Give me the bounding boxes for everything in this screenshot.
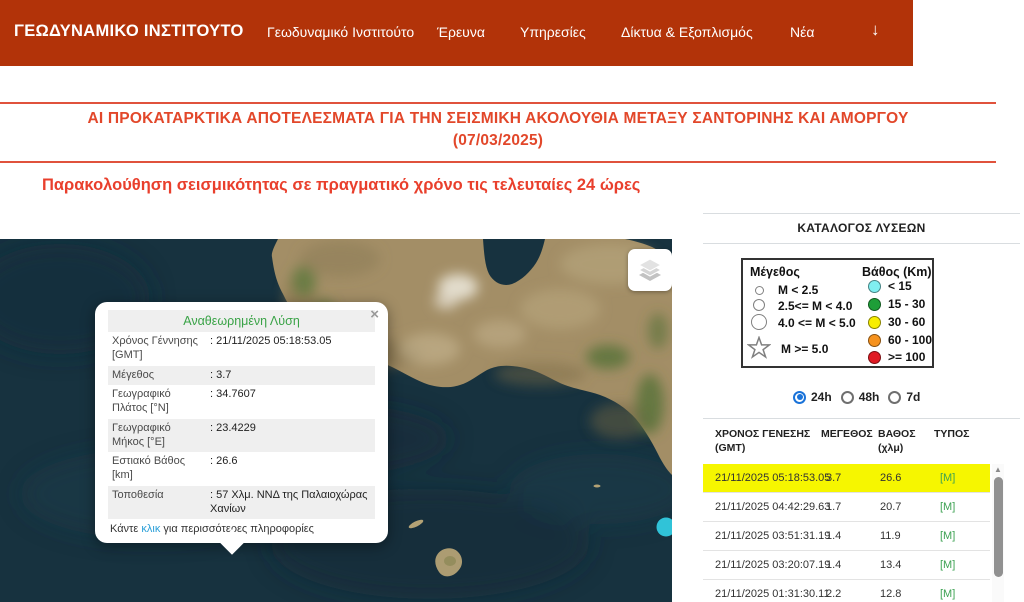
event-popup: × Αναθεωρημένη Λύση Χρόνος Γέννησης [GMT… bbox=[95, 302, 388, 543]
legend-label-d2: 15 - 30 bbox=[888, 297, 925, 311]
table-row[interactable]: 21/11/2025 03:20:07.19 1.4 13.4 [M] bbox=[703, 551, 990, 580]
radio-48h-label[interactable]: 48h bbox=[859, 390, 880, 404]
nav-item-networks[interactable]: Δίκτυα & Εξοπλισμός bbox=[621, 24, 753, 40]
legend-label-m4: M >= 5.0 bbox=[781, 342, 828, 356]
page-title-line1: ΑΙ ΠΡΟΚΑΤΑΡΚΤΙΚΑ ΑΠΟΤΕΛΕΣΜΑΤΑ ΓΙΑ ΤΗΝ ΣΕ… bbox=[0, 108, 996, 130]
cell-depth: 26.6 bbox=[878, 472, 930, 484]
popup-footer: Κάντε κλικ για περισσότερες πληροφορίες bbox=[108, 519, 375, 537]
download-arrow-icon[interactable]: ↓ bbox=[871, 20, 880, 40]
nav-item-institute[interactable]: Γεωδυναμικό Ινστιτούτο bbox=[267, 24, 414, 40]
cell-magnitude: 3.7 bbox=[818, 472, 878, 484]
cell-type: [M] bbox=[930, 559, 990, 571]
popup-row-location: Τοποθεσία : 57 Χλμ. ΝΝΔ της Παλαιοχώρας … bbox=[108, 486, 375, 520]
popup-row-longitude: Γεωγραφικό Μήκος [°E] : 23.4229 bbox=[108, 419, 375, 453]
legend-label-m1: M < 2.5 bbox=[778, 283, 818, 297]
radio-7d-label[interactable]: 7d bbox=[906, 390, 920, 404]
cell-magnitude: 1.7 bbox=[818, 501, 878, 513]
popup-row-magnitude: Μέγεθος : 3.7 bbox=[108, 366, 375, 386]
sidebar-divider-3 bbox=[703, 418, 1020, 419]
nav-item-research[interactable]: Έρευνα bbox=[437, 24, 485, 40]
cell-time: 21/11/2025 05:18:53.05 bbox=[703, 472, 818, 484]
layers-icon bbox=[636, 257, 664, 283]
cell-time: 21/11/2025 04:42:29.63 bbox=[703, 501, 818, 513]
page-title: ΑΙ ΠΡΟΚΑΤΑΡΚΤΙΚΑ ΑΠΟΤΕΛΕΣΜΑΤΑ ΓΙΑ ΤΗΝ ΣΕ… bbox=[0, 108, 996, 153]
depth-dot-cyan bbox=[868, 280, 881, 293]
cell-depth: 12.8 bbox=[878, 588, 930, 600]
radio-7d[interactable] bbox=[888, 391, 901, 404]
depth-dot-yellow bbox=[868, 316, 881, 329]
nav-item-news[interactable]: Νέα bbox=[790, 24, 814, 40]
cell-type: [M] bbox=[930, 588, 990, 600]
col-header-magnitude: ΜΕΓΕΘΟΣ bbox=[818, 428, 878, 455]
cell-magnitude: 1.4 bbox=[818, 559, 878, 571]
col-header-depth: ΒΑΘΟΣ (χλμ) bbox=[878, 428, 930, 455]
divider-bottom bbox=[0, 161, 996, 163]
legend-label-d5: >= 100 bbox=[888, 350, 925, 364]
map-container[interactable]: × Αναθεωρημένη Λύση Χρόνος Γέννησης [GMT… bbox=[0, 239, 672, 602]
table-row[interactable]: 21/11/2025 01:31:30.11 2.2 12.8 [M] bbox=[703, 580, 990, 602]
popup-row-origin-time: Χρόνος Γέννησης [GMT] : 21/11/2025 05:18… bbox=[108, 332, 375, 366]
table-row[interactable]: 21/11/2025 05:18:53.05 3.7 26.6 [M] bbox=[703, 464, 990, 493]
sidebar-divider-1 bbox=[703, 213, 1020, 214]
cell-time: 21/11/2025 01:31:30.11 bbox=[703, 588, 818, 600]
navbar: ΓΕΩΔΥΝΑΜΙΚΟ ΙΝΣΤΙΤΟΥΤΟ Γεωδυναμικό Ινστι… bbox=[0, 0, 913, 66]
legend-magnitude-title: Μέγεθος bbox=[750, 265, 800, 279]
radio-24h-label[interactable]: 24h bbox=[811, 390, 832, 404]
cell-depth: 13.4 bbox=[878, 559, 930, 571]
legend-label-d3: 30 - 60 bbox=[888, 315, 925, 329]
cell-depth: 20.7 bbox=[878, 501, 930, 513]
divider-top bbox=[0, 102, 996, 104]
more-info-link[interactable]: κλικ bbox=[141, 523, 160, 535]
nav-item-services[interactable]: Υπηρεσίες bbox=[520, 24, 586, 40]
events-table-header: ΧΡΟΝΟΣ ΓΕΝΕΣΗΣ (GMT) ΜΕΓΕΘΟΣ ΒΑΘΟΣ (χλμ)… bbox=[703, 428, 990, 455]
cell-magnitude: 1.4 bbox=[818, 530, 878, 542]
cell-time: 21/11/2025 03:20:07.19 bbox=[703, 559, 818, 571]
col-header-type: ΤΥΠΟΣ bbox=[930, 428, 990, 455]
sidebar-divider-2 bbox=[703, 243, 1020, 244]
scroll-up-icon[interactable]: ▲ bbox=[992, 464, 1004, 476]
legend-label-d4: 60 - 100 bbox=[888, 333, 932, 347]
popup-row-depth: Εστιακό Βάθος [km] : 26.6 bbox=[108, 452, 375, 486]
legend-label-m3: 4.0 <= M < 5.0 bbox=[778, 316, 856, 330]
close-icon[interactable]: × bbox=[370, 307, 379, 322]
islet bbox=[594, 485, 601, 488]
section-subtitle: Παρακολούθηση σεισμικότητας σε πραγματικ… bbox=[42, 176, 640, 195]
depth-dot-red bbox=[868, 351, 881, 364]
depth-dot-green bbox=[868, 298, 881, 311]
table-row[interactable]: 21/11/2025 03:51:31.19 1.4 11.9 [M] bbox=[703, 522, 990, 551]
radio-24h[interactable] bbox=[793, 391, 806, 404]
radio-48h[interactable] bbox=[841, 391, 854, 404]
cell-type: [M] bbox=[930, 472, 990, 484]
cell-time: 21/11/2025 03:51:31.19 bbox=[703, 530, 818, 542]
legend-depth-title: Βάθος (Km) bbox=[862, 265, 932, 279]
magnitude-star-icon bbox=[747, 336, 771, 360]
depth-dot-orange bbox=[868, 334, 881, 347]
legend-label-d1: < 15 bbox=[888, 279, 912, 293]
magnitude-circle-medium bbox=[753, 299, 765, 311]
table-scrollbar[interactable]: ▲ bbox=[992, 464, 1004, 602]
cell-magnitude: 2.2 bbox=[818, 588, 878, 600]
col-header-time: ΧΡΟΝΟΣ ΓΕΝΕΣΗΣ (GMT) bbox=[703, 428, 818, 455]
magnitude-circle-small bbox=[755, 286, 764, 295]
cell-type: [M] bbox=[930, 530, 990, 542]
time-range-selector: 24h 48h 7d bbox=[793, 390, 924, 404]
map-layers-control[interactable] bbox=[628, 249, 672, 291]
scrollbar-thumb[interactable] bbox=[994, 477, 1003, 577]
legend-box: Μέγεθος M < 2.5 2.5<= M < 4.0 4.0 <= M <… bbox=[741, 258, 934, 368]
cell-type: [M] bbox=[930, 501, 990, 513]
events-table: 21/11/2025 05:18:53.05 3.7 26.6 [M] 21/1… bbox=[703, 464, 990, 602]
table-row[interactable]: 21/11/2025 04:42:29.63 1.7 20.7 [M] bbox=[703, 493, 990, 522]
page-title-line2: (07/03/2025) bbox=[0, 130, 996, 152]
legend-label-m2: 2.5<= M < 4.0 bbox=[778, 299, 852, 313]
site-logo[interactable]: ΓΕΩΔΥΝΑΜΙΚΟ ΙΝΣΤΙΤΟΥΤΟ bbox=[14, 22, 244, 41]
page: ΓΕΩΔΥΝΑΜΙΚΟ ΙΝΣΤΙΤΟΥΤΟ Γεωδυναμικό Ινστι… bbox=[0, 0, 1024, 602]
popup-row-latitude: Γεωγραφικό Πλάτος [°N] : 34.7607 bbox=[108, 385, 375, 419]
cell-depth: 11.9 bbox=[878, 530, 930, 542]
popup-title: Αναθεωρημένη Λύση bbox=[108, 310, 375, 332]
catalog-title: ΚΑΤΑΛΟΓΟΣ ΛΥΣΕΩΝ bbox=[703, 221, 1020, 235]
magnitude-circle-large bbox=[751, 314, 767, 330]
